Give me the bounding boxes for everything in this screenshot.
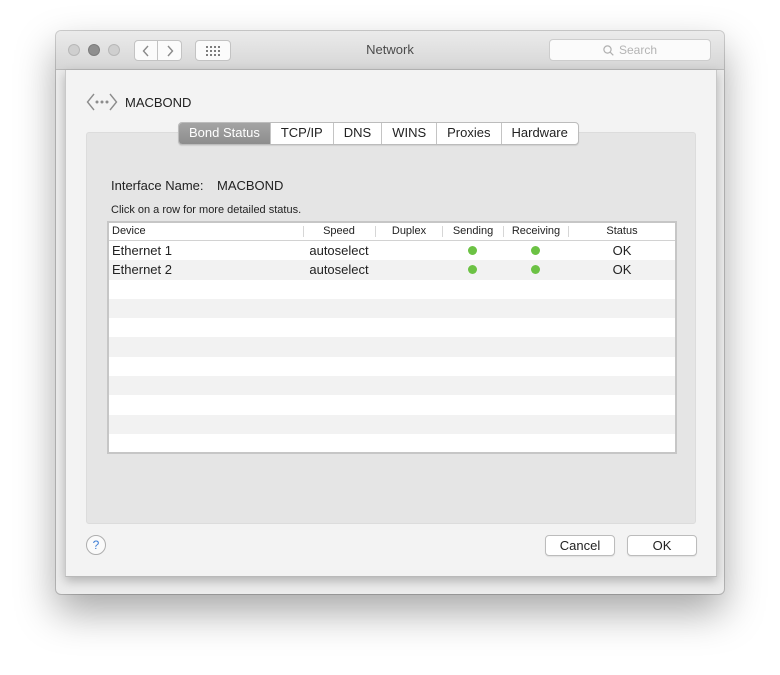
column-header-device[interactable]: Device: [112, 223, 146, 240]
table-body: Ethernet 1 autoselect OK Ethernet 2 auto…: [109, 241, 675, 453]
interface-name-value: MACBOND: [217, 178, 284, 193]
ok-button[interactable]: OK: [627, 535, 697, 556]
title-bar: Network Search: [56, 31, 724, 70]
empty-row: [109, 298, 675, 319]
tab-wins[interactable]: WINS: [381, 123, 436, 144]
tab-hardware[interactable]: Hardware: [500, 123, 578, 144]
duplex-cell: [376, 260, 442, 279]
tab-bond-status[interactable]: Bond Status: [179, 123, 270, 144]
advanced-settings-sheet: MACBOND Bond Status TCP/IP DNS WINS Prox…: [65, 70, 717, 577]
column-header-receiving[interactable]: Receiving: [504, 223, 568, 240]
sending-indicator: [468, 246, 477, 255]
speed-cell: autoselect: [309, 243, 369, 258]
empty-row: [109, 376, 675, 396]
cancel-button[interactable]: Cancel: [545, 535, 615, 556]
empty-row: [109, 395, 675, 414]
receiving-indicator: [531, 265, 540, 275]
network-interface-icon: [86, 93, 118, 111]
status-cell: OK: [612, 243, 632, 258]
bond-members-table: Device Speed Duplex Sending Receiving St…: [107, 221, 677, 454]
tab-dns[interactable]: DNS: [332, 123, 381, 144]
column-header-sending[interactable]: Sending: [443, 223, 503, 240]
speed-cell: autoselect: [309, 262, 369, 278]
table-row[interactable]: Ethernet 2 autoselect OK: [109, 260, 675, 280]
help-button[interactable]: ?: [86, 535, 106, 555]
tab-proxies[interactable]: Proxies: [436, 123, 500, 144]
empty-row: [109, 414, 675, 434]
interface-name-label: Interface Name:: [111, 178, 204, 193]
interface-name: MACBOND: [125, 94, 192, 110]
status-cell: OK: [612, 262, 632, 278]
search-field[interactable]: Search: [549, 39, 711, 61]
receiving-indicator: [531, 246, 540, 255]
duplex-cell: [376, 241, 442, 260]
search-placeholder: Search: [618, 43, 658, 57]
sending-indicator: [468, 265, 477, 275]
empty-row: [109, 434, 675, 453]
column-header-speed[interactable]: Speed: [304, 223, 374, 240]
empty-row: [109, 318, 675, 337]
tab-tcp-ip[interactable]: TCP/IP: [269, 123, 333, 144]
empty-row: [109, 337, 675, 357]
network-preferences-window: Network Search MACBOND Bond Status TCP/I…: [56, 31, 724, 594]
column-header-duplex[interactable]: Duplex: [376, 223, 442, 240]
search-icon: [603, 44, 614, 56]
table-header: Device Speed Duplex Sending Receiving St…: [109, 223, 675, 241]
device-cell: Ethernet 1: [112, 243, 172, 258]
table-row[interactable]: Ethernet 1 autoselect OK: [109, 241, 675, 260]
empty-row: [109, 357, 675, 376]
interface-header: MACBOND: [86, 92, 191, 112]
column-header-status[interactable]: Status: [569, 223, 675, 240]
table-hint: Click on a row for more detailed status.: [111, 204, 302, 216]
device-cell: Ethernet 2: [112, 262, 172, 278]
help-icon: ?: [92, 538, 100, 552]
empty-row: [109, 280, 675, 299]
tab-bar: Bond Status TCP/IP DNS WINS Proxies Hard…: [178, 122, 579, 145]
